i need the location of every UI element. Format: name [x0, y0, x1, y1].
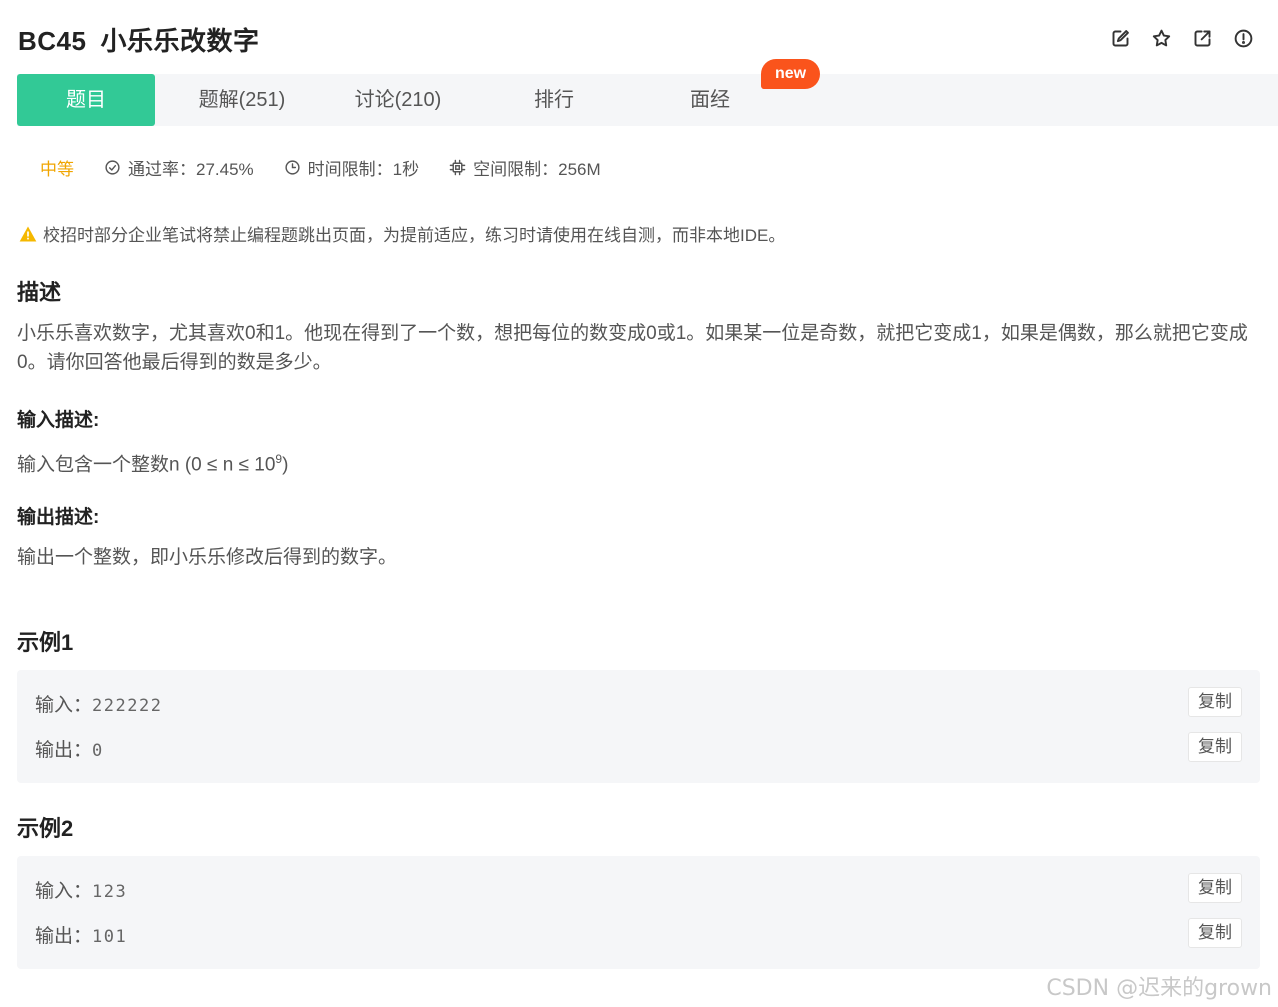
example-2-output: 输出：101 — [35, 926, 128, 947]
description-heading: 描述 — [17, 280, 62, 305]
problem-code: BC45 — [18, 26, 87, 56]
external-link-icon[interactable] — [1192, 28, 1213, 49]
time-limit-text: 时间限制：1秒 — [307, 159, 420, 179]
example-1-output: 输出：0 — [35, 740, 104, 761]
chip-icon — [449, 159, 466, 175]
example-1-input: 输入：222222 — [35, 695, 163, 716]
example-1-heading: 示例1 — [17, 630, 74, 655]
example-2-box: 输入：123 复制 输出：101 复制 — [17, 856, 1260, 969]
input-desc-heading: 输入描述: — [17, 410, 100, 431]
header-actions — [1110, 28, 1254, 49]
check-circle-icon — [105, 159, 120, 175]
description-text: 小乐乐喜欢数字，尤其喜欢0和1。他现在得到了一个数，想把每位的数变成0或1。如果… — [17, 323, 1248, 373]
tab-bar: 题目 题解(251) 讨论(210) 排行 面经 new — [17, 59, 1278, 126]
output-desc-heading: 输出描述: — [17, 507, 100, 528]
output-desc-text: 输出一个整数，即小乐乐修改后得到的数字。 — [17, 547, 398, 568]
pass-rate: 通过率：27.45% — [104, 155, 254, 180]
star-icon[interactable] — [1151, 28, 1172, 49]
difficulty-label: 中等 — [40, 159, 74, 179]
copy-output-button[interactable]: 复制 — [1188, 732, 1242, 762]
pass-rate-text: 通过率：27.45% — [128, 159, 254, 179]
exam-warning: 校招时部分企业笔试将禁止编程题跳出页面，为提前适应，练习时请使用在线自测，而非本… — [18, 221, 785, 246]
problem-title: 小乐乐改数字 — [100, 26, 260, 56]
warning-text: 校招时部分企业笔试将禁止编程题跳出页面，为提前适应，练习时请使用在线自测，而非本… — [43, 226, 786, 245]
memory-limit-text: 空间限制：256M — [473, 159, 601, 179]
edit-icon[interactable] — [1110, 28, 1131, 49]
example-1-box: 输入：222222 复制 输出：0 复制 — [17, 670, 1260, 783]
memory-limit: 空间限制：256M — [449, 155, 601, 180]
warning-icon — [19, 226, 37, 241]
clock-icon — [285, 159, 300, 175]
copy-input-button[interactable]: 复制 — [1188, 873, 1242, 903]
tab-solutions[interactable]: 题解(251) — [167, 74, 317, 126]
tab-ranking[interactable]: 排行 — [479, 74, 629, 126]
watermark: CSDN @迟来的grown — [1046, 976, 1272, 1001]
time-limit: 时间限制：1秒 — [284, 155, 419, 180]
copy-output-button[interactable]: 复制 — [1188, 918, 1242, 948]
problem-header: BC45 小乐乐改数字 — [18, 22, 1260, 62]
example-2-input: 输入：123 — [35, 881, 128, 902]
example-2-heading: 示例2 — [17, 816, 74, 841]
tab-problem[interactable]: 题目 — [17, 74, 155, 126]
copy-input-button[interactable]: 复制 — [1188, 687, 1242, 717]
problem-meta: 中等 通过率：27.45% 时间限制：1秒 空间限制：256M — [40, 154, 631, 180]
tab-discussion[interactable]: 讨论(210) — [323, 74, 473, 126]
new-badge: new — [761, 59, 820, 89]
page-title: BC45 小乐乐改数字 — [18, 22, 1260, 60]
alert-circle-icon[interactable] — [1233, 28, 1254, 49]
input-desc-text: 输入包含一个整数n (0 ≤ n ≤ 109) — [17, 452, 289, 476]
